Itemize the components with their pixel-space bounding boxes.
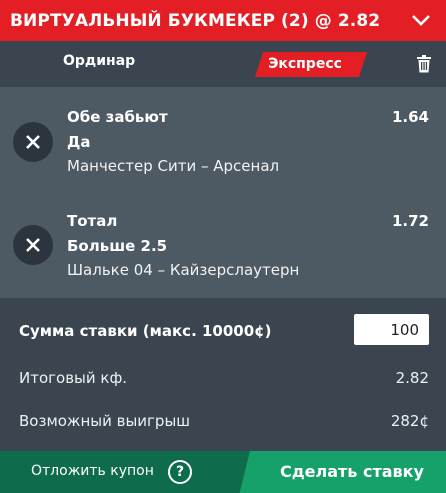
bet-list: Обе забьют Да Манчестер Сити – Арсенал 1… <box>0 87 446 298</box>
close-icon <box>26 238 40 252</box>
bet-market: Тотал <box>67 212 118 230</box>
place-bet-label: Сделать ставку <box>280 462 424 481</box>
bet-item: Тотал Больше 2.5 Шальке 04 – Кайзерслаут… <box>0 187 446 287</box>
bet-type-tabs: Ординар Экспресс <box>0 41 446 87</box>
bet-outcome: Больше 2.5 <box>67 237 168 255</box>
betslip-header[interactable]: ВИРТУАЛЬНЫЙ БУКМЕКЕР (2) @ 2.82 <box>0 0 446 41</box>
bet-outcome: Да <box>67 133 91 151</box>
bet-event: Шальке 04 – Кайзерслаутерн <box>67 261 300 279</box>
bet-market: Обе забьют <box>67 108 168 126</box>
bet-event: Манчестер Сити – Арсенал <box>67 157 280 175</box>
betslip-footer: Отложить купон ? Сделать ставку <box>0 451 446 493</box>
remove-bet-button[interactable] <box>13 122 53 162</box>
bet-item: Обе забьют Да Манчестер Сити – Арсенал 1… <box>0 87 446 187</box>
chevron-down-icon[interactable] <box>410 9 432 31</box>
postpone-coupon-button[interactable]: Отложить купон <box>31 463 154 479</box>
tab-single[interactable]: Ординар <box>63 53 135 69</box>
stake-label: Сумма ставки (макс. 10000¢) <box>19 322 272 340</box>
stake-input[interactable] <box>354 314 429 345</box>
trash-icon[interactable] <box>416 55 432 73</box>
potential-win-label: Возможный выигрыш <box>19 412 191 430</box>
total-odds-label: Итоговый кф. <box>19 369 128 387</box>
place-bet-button[interactable]: Сделать ставку <box>239 451 446 493</box>
potential-win-value: 282¢ <box>390 412 429 430</box>
betslip-title: ВИРТУАЛЬНЫЙ БУКМЕКЕР (2) @ 2.82 <box>10 10 381 31</box>
tab-express[interactable]: Экспресс <box>247 52 368 77</box>
help-icon[interactable]: ? <box>168 460 192 484</box>
bet-odds: 1.64 <box>391 108 429 126</box>
close-icon <box>26 135 40 149</box>
total-odds-value: 2.82 <box>395 369 429 387</box>
bet-summary: Сумма ставки (макс. 10000¢) Итоговый кф.… <box>0 298 446 451</box>
tab-express-label: Экспресс <box>268 56 342 72</box>
remove-bet-button[interactable] <box>13 225 53 265</box>
bet-odds: 1.72 <box>391 212 429 230</box>
